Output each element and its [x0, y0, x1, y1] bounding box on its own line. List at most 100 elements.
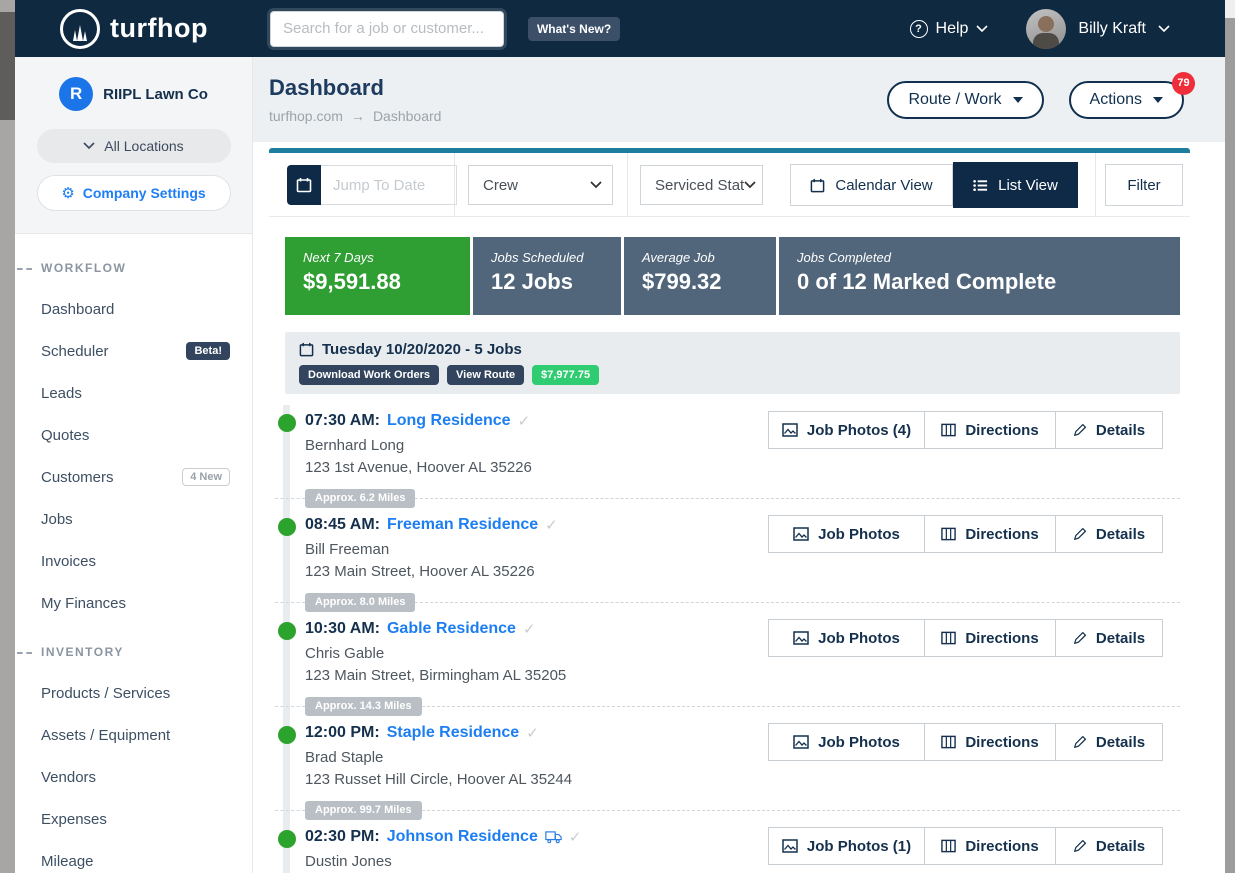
job-address: 123 1st Avenue, Hoover AL 35226 [305, 459, 532, 476]
jump-to-date-input[interactable] [321, 165, 457, 205]
section-title: WORKFLOW [41, 261, 126, 275]
details-button[interactable]: Details [1055, 619, 1163, 657]
user-menu[interactable]: Billy Kraft [1026, 9, 1170, 49]
sidebar-item-jobs[interactable]: Jobs [15, 498, 252, 540]
breadcrumb-site[interactable]: turfhop.com [269, 108, 343, 124]
serviced-status-select[interactable]: Serviced Stat [640, 165, 763, 205]
check-icon: ✓ [523, 620, 536, 638]
right-scrollbar-thumb[interactable] [1225, 18, 1235, 873]
calendar-icon [810, 178, 825, 193]
job-name-link[interactable]: Staple Residence [387, 724, 520, 742]
job-time: 12:00 PM: [305, 724, 380, 742]
filter-label: Filter [1127, 177, 1160, 194]
directions-button[interactable]: Directions [924, 827, 1056, 865]
sidebar-item-products-services[interactable]: Products / Services [15, 672, 252, 714]
locations-label: All Locations [104, 138, 183, 154]
day-title-text: Tuesday 10/20/2020 - 5 Jobs [322, 341, 522, 358]
sidebar-item-expenses[interactable]: Expenses [15, 798, 252, 840]
stat-value: $799.32 [642, 269, 758, 295]
check-icon: ✓ [518, 412, 531, 430]
sidebar-item-label: Invoices [41, 553, 96, 570]
crew-select-value: Crew [483, 177, 518, 194]
dashed-divider [415, 498, 1180, 499]
job-actions: Job Photos Directions Details [768, 619, 1163, 657]
sidebar-item-vendors[interactable]: Vendors [15, 756, 252, 798]
whats-new-button[interactable]: What's New? [528, 17, 620, 41]
jobs-list: 07:30 AM: Long Residence ✓ Bernhard Long… [253, 405, 1225, 873]
sidebar-item-mileage[interactable]: Mileage [15, 840, 252, 873]
details-button[interactable]: Details [1055, 723, 1163, 761]
sidebar-item-assets-equipment[interactable]: Assets / Equipment [15, 714, 252, 756]
sidebar-item-quotes[interactable]: Quotes [15, 414, 252, 456]
chevron-down-icon [1158, 25, 1170, 33]
job-photos-button[interactable]: Job Photos (4) [768, 411, 925, 449]
directions-button[interactable]: Directions [924, 411, 1056, 449]
view-route-button[interactable]: View Route [447, 365, 524, 385]
sidebar-item-my-finances[interactable]: My Finances [15, 582, 252, 624]
section-header-inventory: INVENTORY [15, 632, 252, 672]
distance-row: Approx. 8.0 Miles [275, 593, 1180, 612]
sidebar-item-customers[interactable]: Customers 4 New [15, 456, 252, 498]
download-work-orders-button[interactable]: Download Work Orders [299, 365, 439, 385]
job-name-link[interactable]: Johnson Residence [387, 828, 538, 846]
right-scrollbar[interactable] [1225, 0, 1235, 873]
photo-icon [782, 423, 798, 437]
search-input[interactable] [270, 11, 504, 47]
left-scrollbar[interactable] [0, 0, 15, 873]
jump-to-date-button[interactable] [287, 165, 321, 205]
dashed-divider [275, 810, 305, 811]
stat-next-7-days: Next 7 Days $9,591.88 [285, 237, 470, 315]
help-menu[interactable]: ? Help [910, 20, 989, 38]
stat-label: Next 7 Days [303, 250, 452, 265]
locations-dropdown[interactable]: All Locations [37, 129, 231, 163]
check-icon: ✓ [569, 828, 582, 846]
sidebar-item-invoices[interactable]: Invoices [15, 540, 252, 582]
toolbar-divider [454, 153, 455, 216]
filter-button[interactable]: Filter [1105, 164, 1183, 206]
sidebar-item-scheduler[interactable]: Scheduler Beta! [15, 330, 252, 372]
list-view-button[interactable]: List View [953, 162, 1078, 208]
job-photos-button[interactable]: Job Photos [768, 515, 925, 553]
directions-button[interactable]: Directions [924, 619, 1056, 657]
chevron-down-icon [976, 25, 988, 33]
job-photos-button[interactable]: Job Photos [768, 723, 925, 761]
job-row: 10:30 AM: Gable Residence ✓ Chris Gable … [253, 613, 1225, 717]
company-settings-button[interactable]: ⚙ Company Settings [37, 175, 231, 211]
crew-select[interactable]: Crew [468, 165, 613, 205]
directions-button[interactable]: Directions [924, 515, 1056, 553]
sidebar-item-leads[interactable]: Leads [15, 372, 252, 414]
directions-label: Directions [965, 838, 1038, 855]
dashed-divider [422, 706, 1180, 707]
dashed-divider [422, 810, 1180, 811]
company-name: RIIPL Lawn Co [103, 86, 208, 103]
job-time: 10:30 AM: [305, 620, 380, 638]
turfhop-logo[interactable]: turfhop [60, 9, 208, 49]
actions-button[interactable]: Actions [1069, 81, 1184, 119]
calendar-icon [299, 342, 314, 357]
job-status-dot [278, 414, 296, 432]
details-button[interactable]: Details [1055, 411, 1163, 449]
distance-row: Approx. 99.7 Miles [275, 801, 1180, 820]
pencil-icon [1073, 839, 1087, 853]
left-scrollbar-thumb[interactable] [0, 12, 15, 120]
job-address: 123 Main Street, Birmingham AL 35205 [305, 667, 566, 684]
calendar-view-button[interactable]: Calendar View [790, 164, 953, 206]
job-name-link[interactable]: Freeman Residence [387, 516, 538, 534]
details-label: Details [1096, 526, 1145, 543]
route-work-button[interactable]: Route / Work [887, 81, 1043, 119]
distance-row: Approx. 6.2 Miles [275, 489, 1180, 508]
job-photos-button[interactable]: Job Photos [768, 619, 925, 657]
stat-average-job: Average Job $799.32 [624, 237, 776, 315]
route-work-label: Route / Work [908, 91, 1001, 109]
chevron-down-icon [83, 142, 95, 150]
sidebar-item-dashboard[interactable]: Dashboard [15, 288, 252, 330]
job-name-link[interactable]: Gable Residence [387, 620, 516, 638]
job-name-link[interactable]: Long Residence [387, 412, 511, 430]
details-button[interactable]: Details [1055, 827, 1163, 865]
directions-label: Directions [965, 422, 1038, 439]
stat-label: Jobs Scheduled [491, 250, 603, 265]
toolbar-divider [627, 153, 628, 216]
directions-button[interactable]: Directions [924, 723, 1056, 761]
details-button[interactable]: Details [1055, 515, 1163, 553]
job-photos-button[interactable]: Job Photos (1) [768, 827, 925, 865]
